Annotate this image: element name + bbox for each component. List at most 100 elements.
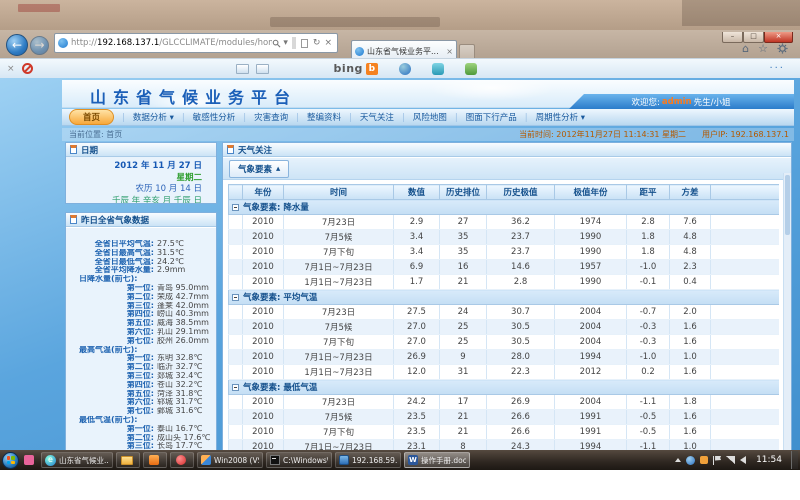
tray-icon[interactable] [726, 456, 735, 464]
maximize-button[interactable]: □ [743, 32, 764, 43]
forward-button[interactable]: → [30, 36, 49, 55]
compatibility-icon[interactable] [301, 39, 308, 48]
collapse-icon[interactable] [232, 384, 239, 391]
stat-label: 第二位: [66, 363, 154, 372]
column-header: 历史极值 [487, 185, 555, 200]
stat-value [138, 275, 216, 284]
taskbar-button-label: 山东省气候业... [59, 455, 109, 466]
row-expander-cell [229, 230, 243, 245]
tab-favicon [355, 47, 364, 56]
address-bar[interactable]: http://192.168.137.1/GLCCLIMATE/modules/… [54, 33, 338, 53]
home-icon[interactable]: ⌂ [742, 42, 749, 55]
stat-label: 第二位: [66, 434, 154, 443]
favorites-star-icon[interactable]: ☆ [758, 42, 768, 55]
nav-item[interactable]: 天气关注 [341, 111, 394, 123]
cell-extreme-year: 1991 [555, 425, 627, 440]
tray-icon[interactable] [713, 456, 721, 465]
tray-icon[interactable] [686, 456, 695, 465]
taskbar-button[interactable] [143, 452, 167, 468]
nav-item[interactable]: 敏感性分析 [174, 111, 235, 123]
cell-rank: 9 [440, 350, 487, 365]
taskbar-clock[interactable]: 11:54 [752, 455, 786, 465]
toolbar-plugin-icon[interactable] [432, 63, 444, 75]
cell-time: 7月23日 [284, 395, 394, 410]
nav-item[interactable]: 风险地图 [394, 111, 447, 123]
scrollbar[interactable] [783, 173, 791, 470]
column-header: 极值年份 [555, 185, 627, 200]
stat-label: 第六位: [66, 328, 154, 337]
cell-anomaly: 2.8 [627, 215, 670, 230]
nav-item[interactable]: 灾害查询 [235, 111, 288, 123]
tray-icon[interactable] [740, 456, 746, 464]
bing-logo[interactable]: bing b [334, 62, 378, 75]
row-expander-cell [229, 365, 243, 380]
show-desktop-button[interactable] [791, 451, 798, 469]
cell-rank: 35 [440, 230, 487, 245]
collapse-icon[interactable] [232, 204, 239, 211]
group-title: 气象要素: 降水量 [243, 203, 309, 213]
element-filter-button[interactable]: 气象要素 ▴ [229, 160, 289, 178]
toolbar-plugin-icon[interactable] [399, 63, 411, 75]
search-dropdown-icon[interactable]: ▾ [281, 38, 290, 48]
taskbar-buttons: 山东省气候业... Win [22, 452, 470, 468]
refresh-icon[interactable]: ↻ [311, 38, 323, 48]
cell-anomaly: 1.8 [627, 230, 670, 245]
stop-icon[interactable]: × [322, 38, 334, 48]
taskbar-button[interactable] [170, 452, 194, 468]
cell-year: 2010 [243, 425, 284, 440]
cell-extreme-year: 1994 [555, 350, 627, 365]
stat-label: 全省日最低气温: [66, 258, 154, 267]
gear-icon[interactable] [777, 43, 788, 54]
cell-padding [711, 395, 780, 410]
cell-variance: 1.6 [670, 320, 711, 335]
start-button[interactable] [2, 452, 19, 469]
taskbar-button[interactable]: 山东省气候业... [41, 452, 113, 468]
row-expander-cell [229, 395, 243, 410]
stat-value: 威海 38.5mm [154, 319, 216, 328]
column-header [229, 185, 243, 200]
stat-label: 第七位: [66, 337, 154, 346]
scrollbar-thumb[interactable] [785, 175, 790, 235]
stat-label: 第五位: [66, 319, 154, 328]
nav-item[interactable]: 数据分析 ▾ [114, 111, 174, 123]
cell-extreme: 2.8 [487, 275, 555, 290]
toolbar-plugin-icon[interactable] [256, 64, 269, 74]
stat-value: 崂山 40.3mm [154, 310, 216, 319]
taskbar-button[interactable]: C:\Windows\s... [266, 452, 332, 468]
tray-icon[interactable] [675, 458, 681, 462]
search-icon[interactable] [272, 39, 281, 48]
blocker-icon[interactable] [22, 63, 33, 74]
toolbar-more-icon[interactable]: ··· [769, 63, 793, 74]
nav-item[interactable]: 周期性分析 ▾ [517, 111, 585, 123]
minimize-button[interactable]: – [722, 32, 743, 43]
toolbar-close-icon[interactable]: × [7, 64, 15, 74]
taskbar-button[interactable] [22, 452, 38, 468]
taskbar-button[interactable]: Win2008 (VS2... [197, 452, 263, 468]
cell-variance: 0.4 [670, 275, 711, 290]
back-button[interactable]: ← [6, 34, 28, 56]
cell-extreme: 14.6 [487, 260, 555, 275]
close-button[interactable]: × [764, 32, 793, 43]
taskbar-button[interactable]: 192.168.59.99... [335, 452, 401, 468]
cell-year: 2010 [243, 335, 284, 350]
taskbar-button[interactable]: 操作手册.docx ... [404, 452, 470, 468]
cell-value: 27.5 [394, 305, 440, 320]
nav-item[interactable]: 图面下行产品 [447, 111, 517, 123]
cell-rank: 21 [440, 410, 487, 425]
nav-item[interactable]: 首页 [69, 109, 114, 125]
tray-icon[interactable] [700, 456, 708, 464]
nav-item[interactable]: 整编资料 [288, 111, 341, 123]
tab-close-icon[interactable]: × [446, 47, 453, 56]
stat-label: 日降水量(前七): [66, 275, 138, 284]
taskbar-button[interactable] [116, 452, 140, 468]
main-panel-title: 天气关注 [238, 144, 272, 156]
collapse-icon[interactable] [232, 294, 239, 301]
taskbar-button-icon [45, 455, 56, 466]
windows-flag-icon [7, 456, 15, 464]
cell-year: 2010 [243, 365, 284, 380]
table-row: 2010 1月1日~7月23日 1.7 21 2.8 1990 -0.1 [229, 275, 780, 290]
row-expander-cell [229, 425, 243, 440]
cell-year: 2010 [243, 215, 284, 230]
toolbar-plugin-icon[interactable] [236, 64, 249, 74]
toolbar-plugin-icon[interactable] [465, 63, 477, 75]
